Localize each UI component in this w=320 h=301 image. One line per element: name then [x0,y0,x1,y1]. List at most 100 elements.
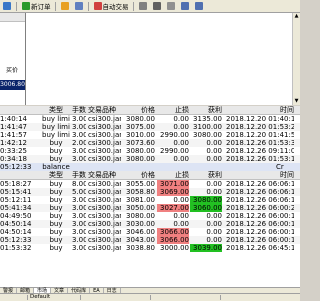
table-row[interactable]: 0:34:18 buy 3.00 csi300.jan9 3080.00 0.0… [0,155,300,163]
auto-trading-button[interactable]: 自动交易 [92,1,131,11]
header-type[interactable]: 类型 [42,171,70,179]
row-volume: 3.00 [72,115,86,123]
chart-bars-button[interactable] [137,1,150,11]
row-time: 05:41:34 [0,204,32,212]
status-separator [220,295,221,300]
auto-trading-icon [93,2,102,10]
ask-column-label: 买价 [6,67,19,74]
table-row[interactable]: 05:15:41 buy 5.00 csi300.jan9 3058.80 30… [0,188,300,196]
row-stop-loss: 0.00 [173,123,189,131]
toolbar-separator [16,1,17,11]
row-type: buy [49,204,63,212]
chart-candles-button[interactable] [151,1,164,11]
toolbar-separator [87,1,89,11]
row-date: 2018.12.26 06:45:17 [226,244,294,252]
header-symbol[interactable]: 交易品种 [88,171,121,179]
row-stop-loss: 2990.00 [160,131,189,139]
table-row[interactable]: 1:42:12 buy 2.00 csi300.jan9 3073.60 0.0… [0,139,300,147]
header-stop-loss[interactable]: 止损 [157,171,189,179]
row-stop-loss: 2990.00 [160,147,189,155]
row-symbol: csi300.jan9 [88,155,121,163]
zoom-out-button[interactable] [193,1,206,11]
ask-price-cell[interactable]: 3006.80 [0,80,25,90]
row-volume: 3.00 [72,220,86,228]
row-stop-loss: 0.00 [173,220,189,228]
balance-row[interactable]: 05:12:33 balance Cr [0,163,300,171]
table-row[interactable]: 05:12:33 buy 3.00 csi300.jan9 3043.00 30… [0,236,300,244]
navigator-button[interactable] [59,1,72,11]
header-symbol[interactable]: 交易品种 [88,106,121,114]
chart-line-button[interactable] [165,1,178,11]
table-row[interactable]: 04:50:14 buy 3.00 csi300.jan9 3046.00 30… [0,228,300,236]
navigator-icon [60,2,69,10]
table-row[interactable]: 04:49:50 buy 3.00 csi300.jan9 3080.00 0.… [0,212,300,220]
row-type: buy [49,139,63,147]
row-take-profit: 0.00 [206,188,222,196]
row-time: 05:12:33 [0,236,32,244]
row-date: 2018.12.26 06:00:10 [226,236,294,244]
row-volume: 8.00 [72,180,86,188]
table-header-row: 类型 手数 交易品种 价格 止损 获利 时间 [0,106,300,115]
header-time[interactable]: 时间 [226,106,294,114]
table-row[interactable]: 04:50:14 buy 3.00 csi300.jan9 3030.00 0.… [0,220,300,228]
header-volume[interactable]: 手数 [72,106,86,114]
row-price: 3080.00 [126,155,155,163]
table-row[interactable]: 05:41:34 buy 3.00 csi300.jan9 3050.00 30… [0,204,300,212]
row-symbol: csi300.jan9 [88,204,121,212]
row-price: 3030.00 [126,220,155,228]
row-date: 2018.12.26 06:06:10 [226,180,294,188]
header-take-profit[interactable]: 获利 [190,171,222,179]
row-type: buy limit [42,115,70,123]
row-type: buy [49,196,63,204]
row-date: 2018.12.26 06:06:10 [226,196,294,204]
row-volume: 3.00 [72,236,86,244]
table-row[interactable]: 0:33:25 buy 3.00 csi300.jan9 3080.00 299… [0,147,300,155]
table-row[interactable]: 01:53:32 buy 3.00 csi300.jan9 3038.80 30… [0,244,300,252]
status-separator [80,295,81,300]
status-separator [27,295,28,300]
scroll-up-icon[interactable]: ▲ [293,13,300,20]
table-row[interactable]: 1:41:57 buy limit 3.00 csi300.jan9 3010.… [0,131,300,139]
table-row[interactable]: 05:18:27 buy 8.00 csi300.jan9 3055.00 30… [0,180,300,188]
row-symbol: csi300.jan9 [88,188,121,196]
chart-window[interactable]: ▲ ▼ [26,13,300,105]
vertical-scrollbar[interactable]: ▲ ▼ [292,13,300,105]
row-time: 1:42:12 [0,139,27,147]
row-symbol: csi300.jan9 [88,115,121,123]
terminal-orders-table: 类型 手数 交易品种 价格 止损 获利 时间 1:40:14 buy limit… [0,106,300,287]
header-take-profit[interactable]: 获利 [190,106,222,114]
new-order-button[interactable]: 新订单 [20,1,53,11]
row-symbol: csi300.jan9 [88,196,121,204]
row-volume: 5.00 [72,188,86,196]
table-row[interactable]: 05:12:11 buy 3.00 csi300.jan9 3081.00 0.… [0,196,300,204]
chart-line-icon [166,2,175,10]
row-take-profit: 0.00 [206,147,222,155]
row-price: 3080.00 [126,115,155,123]
market-watch-header [0,13,25,22]
header-price[interactable]: 价格 [123,171,155,179]
header-price[interactable]: 价格 [123,106,155,114]
table-row[interactable]: 1:40:14 buy limit 3.00 csi300.jan9 3080.… [0,115,300,123]
row-symbol: csi300.jan9 [88,228,121,236]
row-take-profit: 3100.00 [193,123,222,131]
row-take-profit: 3080.00 [193,131,222,139]
row-symbol: csi300.jan9 [88,131,121,139]
row-price: 3075.00 [126,123,155,131]
row-price: 3010.00 [126,131,155,139]
zoom-in-button[interactable] [179,1,192,11]
table-row[interactable]: 1:41:47 buy limit 3.00 csi300.jan9 3075.… [0,123,300,131]
scroll-down-icon[interactable]: ▼ [293,98,300,105]
row-date: 2018.12.26 06:00:25 [226,204,294,212]
row-stop-loss: 3071.00 [157,180,189,188]
header-type[interactable]: 类型 [42,106,70,114]
new-chart-button[interactable] [1,1,14,11]
row-date: 2018.12.26 06:00:10 [226,212,294,220]
header-stop-loss[interactable]: 止损 [157,106,189,114]
row-time: 04:50:14 [0,228,32,236]
row-symbol: csi300.jan9 [88,236,121,244]
market-watch-button[interactable] [73,1,86,11]
row-time: 04:49:50 [0,212,32,220]
row-time: 1:41:47 [0,123,27,131]
header-volume[interactable]: 手数 [72,171,86,179]
header-time[interactable]: 时间 [226,171,294,179]
